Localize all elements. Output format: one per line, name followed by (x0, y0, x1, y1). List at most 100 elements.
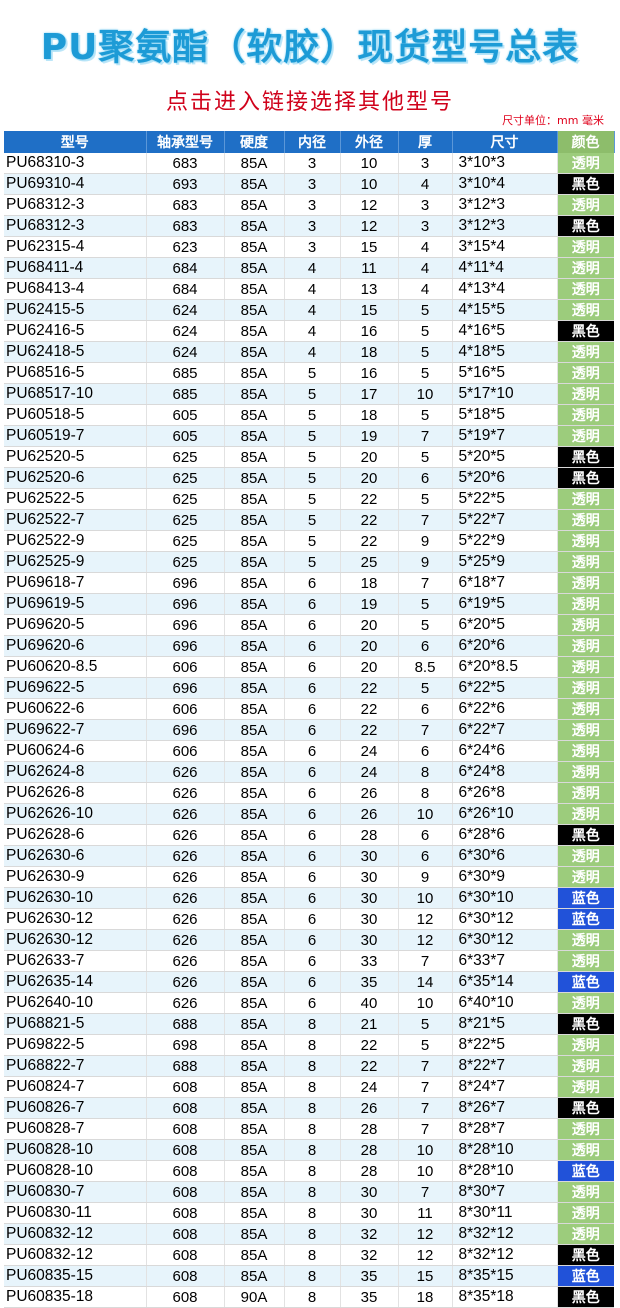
cell-color: 透明 (557, 341, 614, 363)
cell-inner-diameter: 6 (284, 950, 341, 972)
cell-size: 5*17*10 (452, 383, 558, 405)
cell-model: PU62520-5 (4, 446, 147, 468)
table-row: PU62628-6 626 85A 6 28 6 6*28*6 黑色 (4, 824, 614, 846)
cell-size: 5*18*5 (452, 404, 558, 426)
cell-bearing: 683 (146, 194, 225, 216)
cell-hardness: 85A (224, 656, 285, 678)
cell-model: PU60830-7 (4, 1181, 147, 1203)
cell-thickness: 5 (398, 362, 453, 384)
cell-model: PU62633-7 (4, 950, 147, 972)
table-header-row: 型号 轴承型号 硬度 内径 外径 厚 尺寸 颜色 (4, 131, 615, 153)
cell-model: PU69310-4 (4, 173, 147, 195)
cell-inner-diameter: 8 (284, 1160, 341, 1182)
cell-hardness: 85A (224, 341, 285, 363)
cell-color: 透明 (557, 614, 614, 636)
cell-outer-diameter: 15 (340, 236, 399, 258)
cell-hardness: 85A (224, 236, 285, 258)
cell-model: PU60624-6 (4, 740, 147, 762)
cell-color: 透明 (557, 572, 614, 594)
cell-bearing: 625 (146, 530, 225, 552)
cell-size: 8*28*10 (452, 1160, 558, 1182)
cell-bearing: 688 (146, 1013, 225, 1035)
cell-size: 6*20*6 (452, 635, 558, 657)
cell-thickness: 5 (398, 341, 453, 363)
table-row: PU62630-10 626 85A 6 30 10 6*30*10 蓝色 (4, 887, 614, 909)
cell-thickness: 6 (398, 824, 453, 846)
cell-inner-diameter: 6 (284, 593, 341, 615)
cell-thickness: 10 (398, 803, 453, 825)
cell-outer-diameter: 22 (340, 530, 399, 552)
cell-size: 6*20*8.5 (452, 656, 558, 678)
table-row: PU62522-5 625 85A 5 22 5 5*22*5 透明 (4, 488, 614, 510)
cell-color: 黑色 (557, 824, 614, 846)
cell-hardness: 85A (224, 425, 285, 447)
cell-size: 8*35*15 (452, 1265, 558, 1287)
cell-thickness: 5 (398, 299, 453, 321)
cell-outer-diameter: 30 (340, 929, 399, 951)
cell-outer-diameter: 18 (340, 341, 399, 363)
cell-bearing: 626 (146, 971, 225, 993)
table-row: PU62624-8 626 85A 6 24 8 6*24*8 透明 (4, 761, 614, 783)
cell-bearing: 624 (146, 320, 225, 342)
cell-hardness: 85A (224, 488, 285, 510)
cell-hardness: 85A (224, 992, 285, 1014)
cell-outer-diameter: 24 (340, 740, 399, 762)
cell-size: 5*22*9 (452, 530, 558, 552)
cell-color: 透明 (557, 194, 614, 216)
cell-color: 透明 (557, 950, 614, 972)
cell-size: 4*18*5 (452, 341, 558, 363)
cell-bearing: 625 (146, 551, 225, 573)
cell-size: 8*30*11 (452, 1202, 558, 1224)
cell-color: 透明 (557, 383, 614, 405)
cell-color: 黑色 (557, 446, 614, 468)
cell-color: 透明 (557, 929, 614, 951)
table-row: PU60518-5 605 85A 5 18 5 5*18*5 透明 (4, 404, 614, 426)
cell-hardness: 85A (224, 257, 285, 279)
table-row: PU60830-11 608 85A 8 30 11 8*30*11 透明 (4, 1202, 614, 1224)
table-row: PU60824-7 608 85A 8 24 7 8*24*7 透明 (4, 1076, 614, 1098)
cell-bearing: 605 (146, 425, 225, 447)
cell-bearing: 606 (146, 698, 225, 720)
cell-color: 透明 (557, 425, 614, 447)
table-row: PU69622-7 696 85A 6 22 7 6*22*7 透明 (4, 719, 614, 741)
cell-bearing: 623 (146, 236, 225, 258)
table-row: PU62522-9 625 85A 5 22 9 5*22*9 透明 (4, 530, 614, 552)
cell-size: 6*28*6 (452, 824, 558, 846)
cell-size: 5*19*7 (452, 425, 558, 447)
cell-inner-diameter: 5 (284, 488, 341, 510)
cell-inner-diameter: 5 (284, 404, 341, 426)
cell-color: 透明 (557, 761, 614, 783)
cell-size: 3*10*4 (452, 173, 558, 195)
cell-hardness: 85A (224, 530, 285, 552)
cell-hardness: 85A (224, 1034, 285, 1056)
cell-outer-diameter: 35 (340, 1286, 399, 1308)
cell-size: 6*19*5 (452, 593, 558, 615)
table-row: PU69620-5 696 85A 6 20 5 6*20*5 透明 (4, 614, 614, 636)
cell-outer-diameter: 21 (340, 1013, 399, 1035)
cell-size: 8*35*18 (452, 1286, 558, 1308)
cell-outer-diameter: 20 (340, 446, 399, 468)
cell-size: 3*10*3 (452, 153, 558, 174)
cell-hardness: 85A (224, 677, 285, 699)
cell-color: 黑色 (557, 173, 614, 195)
cell-bearing: 684 (146, 257, 225, 279)
cell-color: 透明 (557, 236, 614, 258)
cell-outer-diameter: 35 (340, 1265, 399, 1287)
table-row: PU68411-4 684 85A 4 11 4 4*11*4 透明 (4, 257, 614, 279)
cell-thickness: 3 (398, 153, 453, 174)
cell-inner-diameter: 8 (284, 1013, 341, 1035)
cell-inner-diameter: 6 (284, 992, 341, 1014)
cell-hardness: 85A (224, 887, 285, 909)
cell-bearing: 683 (146, 215, 225, 237)
cell-outer-diameter: 22 (340, 698, 399, 720)
cell-inner-diameter: 8 (284, 1244, 341, 1266)
cell-color: 透明 (557, 803, 614, 825)
cell-bearing: 696 (146, 635, 225, 657)
cell-inner-diameter: 8 (284, 1286, 341, 1308)
cell-hardness: 85A (224, 215, 285, 237)
header-bearing: 轴承型号 (146, 131, 225, 153)
cell-outer-diameter: 10 (340, 173, 399, 195)
cell-model: PU60622-6 (4, 698, 147, 720)
cell-thickness: 5 (398, 488, 453, 510)
cell-color: 透明 (557, 404, 614, 426)
